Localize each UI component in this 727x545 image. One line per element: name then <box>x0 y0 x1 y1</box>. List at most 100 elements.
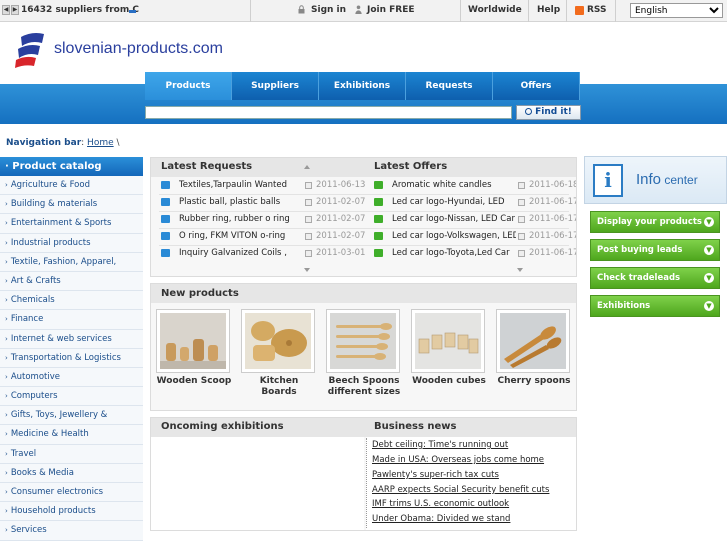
help-link[interactable]: Help <box>537 5 560 15</box>
chevron-right-icon: › <box>5 468 8 477</box>
product-name[interactable]: Beech Spoons different sizes <box>326 376 402 398</box>
tab-offers[interactable]: Offers <box>493 72 580 100</box>
news-link[interactable]: AARP expects Social Security benefit cut… <box>372 485 549 495</box>
catalog-item[interactable]: › Art & Crafts <box>0 271 143 292</box>
tab-requests[interactable]: Requests <box>406 72 493 100</box>
request-icon <box>161 215 170 223</box>
worldwide-link[interactable]: Worldwide <box>468 5 522 15</box>
new-products-title: New products <box>151 284 576 303</box>
request-icon <box>161 181 170 189</box>
request-row[interactable]: O ring, FKM VITON o-ring 2011-02-07 <box>161 228 367 245</box>
calendar-icon <box>518 182 525 189</box>
news-dotted-rule <box>366 438 367 528</box>
search-input[interactable] <box>145 106 512 119</box>
tab-suppliers[interactable]: Suppliers <box>232 72 319 100</box>
offer-row[interactable]: Aromatic white candles 2011-06-18 <box>374 177 576 194</box>
chevron-down-icon: ▼ <box>704 217 714 227</box>
sign-in-link[interactable]: Sign in <box>311 5 346 15</box>
calendar-icon <box>305 250 312 257</box>
product-card[interactable]: Wooden Scoop <box>156 309 232 387</box>
news-link[interactable]: Pawlenty's super-rich tax cuts <box>372 470 499 480</box>
tab-exhibitions[interactable]: Exhibitions <box>319 72 406 100</box>
request-row[interactable]: Textiles,Tarpaulin Wanted 2011-06-13 <box>161 177 367 194</box>
catalog-item[interactable]: › Consumer electronics <box>0 483 143 503</box>
find-button[interactable]: Find it! <box>516 105 581 120</box>
offer-row[interactable]: Led car logo-Nissan, LED Car 2011-06-17 <box>374 211 576 228</box>
product-name[interactable]: Cherry spoons <box>496 376 572 387</box>
product-card[interactable]: Wooden cubes <box>411 309 487 387</box>
news-link[interactable]: Made in USA: Overseas jobs come home <box>372 455 544 465</box>
catalog-item[interactable]: › Chemicals <box>0 291 143 311</box>
catalog-item[interactable]: › Industrial products <box>0 233 143 253</box>
find-button-label: Find it! <box>535 107 572 117</box>
offer-icon <box>374 215 383 223</box>
catalog-item[interactable]: › Transportation & Logistics <box>0 348 143 368</box>
catalog-item[interactable]: › Textile, Fashion, Apparel, <box>0 252 143 272</box>
chevron-right-icon: › <box>5 372 8 381</box>
offer-row[interactable]: Led car logo-Hyundai, LED 2011-06-17 <box>374 194 576 211</box>
divider <box>566 0 567 22</box>
site-logo-icon[interactable] <box>14 31 46 69</box>
product-card[interactable]: Cherry spoons <box>496 309 572 387</box>
post-buying-leads-button[interactable]: Post buying leads ▼ <box>590 239 720 261</box>
offer-icon <box>374 198 383 206</box>
rss-link[interactable]: RSS <box>587 5 607 15</box>
divider <box>528 0 529 22</box>
catalog-item[interactable]: › Gifts, Toys, Jewellery & <box>0 406 143 426</box>
search-icon <box>525 108 533 115</box>
check-tradeleads-button[interactable]: Check tradeleads ▼ <box>590 267 720 289</box>
breadcrumb-home-link[interactable]: Home <box>87 138 114 148</box>
catalog-item[interactable]: › Finance <box>0 310 143 330</box>
product-name[interactable]: Wooden Scoop <box>156 376 232 387</box>
product-card[interactable]: Kitchen Boards <box>241 309 317 398</box>
brand-name[interactable]: slovenian-products.com <box>54 40 223 58</box>
offer-icon <box>374 181 383 189</box>
scroll-down-icon[interactable] <box>517 268 523 272</box>
catalog-item[interactable]: › Services <box>0 521 143 541</box>
chevron-right-icon: › <box>5 507 8 516</box>
cherry-spoons-image <box>500 313 566 369</box>
scroll-up-icon[interactable] <box>304 165 310 169</box>
display-products-button[interactable]: Display your products ▼ <box>590 211 720 233</box>
news-link[interactable]: IMF trims U.S. economic outlook <box>372 499 509 509</box>
catalog-item[interactable]: › Travel <box>0 444 143 464</box>
info-center-title: Info center <box>636 171 698 188</box>
tab-products[interactable]: Products <box>145 72 232 100</box>
catalog-item[interactable]: › Medicine & Health <box>0 425 143 445</box>
scroll-arrows[interactable]: ◀ ▶ <box>2 5 19 15</box>
calendar-icon <box>305 182 312 189</box>
arrow-right-icon[interactable]: ▶ <box>11 5 19 15</box>
product-name[interactable]: Kitchen Boards <box>241 376 317 398</box>
chevron-right-icon: › <box>5 526 8 535</box>
product-name[interactable]: Wooden cubes <box>411 376 487 387</box>
catalog-item[interactable]: › Building & materials <box>0 195 143 215</box>
arrow-left-icon[interactable]: ◀ <box>2 5 10 15</box>
catalog-header: · Product catalog <box>0 157 143 176</box>
offer-icon <box>374 249 383 257</box>
join-free-link[interactable]: Join FREE <box>367 5 415 15</box>
catalog-item[interactable]: › Computers <box>0 387 143 407</box>
language-select[interactable]: English <box>630 3 723 18</box>
chevron-right-icon: › <box>5 181 8 189</box>
catalog-item[interactable]: › Automotive <box>0 367 143 388</box>
catalog-item[interactable]: › Entertainment & Sports <box>0 214 143 234</box>
catalog-item[interactable]: › Books & Media <box>0 463 143 483</box>
catalog-item[interactable]: › Household products <box>0 502 143 522</box>
catalog-title: Product catalog <box>12 161 102 172</box>
news-link[interactable]: Under Obama: Divided we stand <box>372 514 510 524</box>
request-row[interactable]: Inquiry Galvanized Coils , 2011-03-01 <box>161 245 367 262</box>
offer-row[interactable]: Led car logo-Toyota,Led Car 2011-06-17 <box>374 245 576 262</box>
offer-row[interactable]: Led car logo-Volkswagen, LED 2011-06-17 <box>374 228 576 245</box>
product-card[interactable]: Beech Spoons different sizes <box>326 309 402 398</box>
scroll-down-icon[interactable] <box>304 268 310 272</box>
product-catalog-sidebar: · Product catalog › Agriculture & Food › B… <box>0 157 143 541</box>
request-row[interactable]: Plastic ball, plastic balls 2011-02-07 <box>161 194 367 211</box>
news-link[interactable]: Debt ceiling: Time's running out <box>372 440 508 450</box>
chevron-right-icon: › <box>5 200 8 209</box>
catalog-item[interactable]: › Agriculture & Food <box>0 176 143 196</box>
info-center: i Info center <box>584 156 727 204</box>
exhibitions-button[interactable]: Exhibitions ▼ <box>590 295 720 317</box>
catalog-item[interactable]: › Internet & web services <box>0 329 143 349</box>
request-icon <box>161 249 170 257</box>
request-row[interactable]: Rubber ring, rubber o ring 2011-02-07 <box>161 211 367 228</box>
